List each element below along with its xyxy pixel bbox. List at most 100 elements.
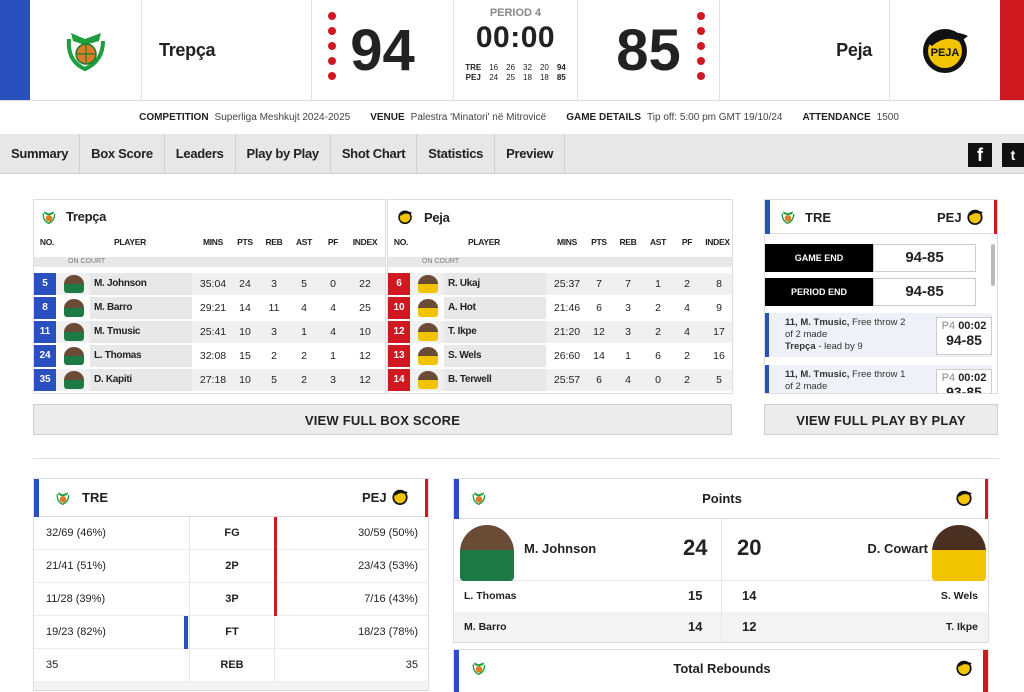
away-box-team-title: Peja: [396, 209, 450, 225]
pbp-scrollbar[interactable]: [991, 244, 995, 286]
peja-logo-icon: [398, 210, 413, 225]
home-box-score-table: Trepça NO. PLAYER MINS PTS REB AST PF IN…: [33, 199, 386, 394]
game-end-label: GAME END: [765, 244, 873, 272]
tab-leaders[interactable]: Leaders: [165, 134, 236, 174]
player-name[interactable]: M. Johnson: [94, 273, 147, 295]
player-name[interactable]: S. Wels: [448, 345, 482, 367]
tab-box-score[interactable]: Box Score: [80, 134, 165, 174]
away-box-score-table: Peja NO. PLAYER MINS PTS REB AST PF INDE…: [387, 199, 733, 394]
header-pts[interactable]: PTS: [585, 237, 613, 247]
player-name[interactable]: L. Thomas: [94, 345, 142, 367]
player-number: 24: [34, 345, 56, 367]
tab-preview[interactable]: Preview: [495, 134, 566, 174]
tab-shot-chart[interactable]: Shot Chart: [331, 134, 418, 174]
view-full-box-score-button[interactable]: VIEW FULL BOX SCORE: [33, 404, 732, 435]
view-full-play-by-play-button[interactable]: VIEW FULL PLAY BY PLAY: [764, 404, 998, 435]
peja-logo-icon: [956, 660, 972, 676]
player-pf: 4: [684, 302, 690, 314]
away-team-name[interactable]: Peja: [720, 0, 890, 100]
player-ast: 5: [301, 278, 307, 290]
player-index: 5: [716, 374, 722, 386]
pbp-event-time: 00:02: [958, 320, 987, 332]
player-name[interactable]: D. Kapiti: [94, 369, 132, 391]
leader-home-value: 15: [688, 588, 703, 603]
player-row[interactable]: 8 M. Barro 29:21 14 11 4 4 25: [34, 297, 385, 319]
away-color-stripe: [985, 479, 988, 519]
header-mins[interactable]: MINS: [196, 237, 230, 247]
pbp-event-score-box: P4 00:02 93-85: [936, 369, 992, 393]
header-mins[interactable]: MINS: [550, 237, 584, 247]
leader-away-name[interactable]: S. Wels: [941, 590, 978, 602]
player-reb: 2: [271, 350, 277, 362]
player-name[interactable]: B. Terwell: [448, 369, 492, 391]
header-reb[interactable]: REB: [613, 237, 643, 247]
player-row[interactable]: 13 S. Wels 26:60 14 1 6 2 16: [388, 345, 732, 367]
leader-away-name[interactable]: T. Ikpe: [946, 621, 978, 633]
header-pts[interactable]: PTS: [231, 237, 259, 247]
player-row[interactable]: 24 L. Thomas 32:08 15 2 2 1 12: [34, 345, 385, 367]
quarter-row-home: TRE 16 26 32 20 94: [461, 63, 570, 73]
player-reb: 3: [271, 278, 277, 290]
top-away-scorer-name[interactable]: D. Cowart: [867, 541, 928, 556]
twitter-icon[interactable]: t: [1002, 143, 1024, 167]
header-index[interactable]: INDEX: [347, 237, 383, 247]
header-index[interactable]: INDEX: [701, 237, 734, 247]
rebounds-leaders-panel: Total Rebounds: [453, 649, 989, 692]
comparison-stat-label: FG: [224, 527, 240, 539]
player-row[interactable]: 12 T. Ikpe 21:20 12 3 2 4 17: [388, 321, 732, 343]
scoreboard-header: Trepça 94 PERIOD 4 00:00 TRE 16 26 32 20…: [0, 0, 1024, 101]
tab-play-by-play[interactable]: Play by Play: [236, 134, 331, 174]
pbp-event[interactable]: 11, M. Tmusic, Free throw 2 of 2 made Tre…: [765, 313, 992, 357]
header-pf[interactable]: PF: [319, 237, 347, 247]
player-avatar: [418, 371, 438, 389]
player-pts: 6: [596, 302, 602, 314]
pbp-event[interactable]: 11, M. Tmusic, Free throw 1 of 2 made P4…: [765, 365, 992, 393]
player-name[interactable]: M. Tmusic: [94, 321, 141, 343]
player-name[interactable]: T. Ikpe: [448, 321, 477, 343]
header-player[interactable]: PLAYER: [444, 237, 524, 247]
header-reb[interactable]: REB: [259, 237, 289, 247]
player-number: 12: [388, 321, 410, 343]
leader-home-name[interactable]: M. Barro: [464, 621, 507, 633]
lead-indicator: [274, 517, 277, 550]
quarter-total: 85: [556, 73, 566, 82]
player-photo-home: [460, 525, 514, 581]
player-row[interactable]: 11 M. Tmusic 25:41 10 3 1 4 10: [34, 321, 385, 343]
player-row[interactable]: 10 A. Hot 21:46 6 3 2 4 9: [388, 297, 732, 319]
player-row[interactable]: 6 R. Ukaj 25:37 7 7 1 2 8: [388, 273, 732, 295]
player-pf: 2: [684, 278, 690, 290]
away-team-logo[interactable]: PEJA: [890, 0, 1000, 100]
player-row[interactable]: 5 M. Johnson 35:04 24 3 5 0 22: [34, 273, 385, 295]
home-team-name[interactable]: Trepça: [142, 0, 312, 100]
header-pf[interactable]: PF: [673, 237, 701, 247]
team-comparison-panel: TRE PEJ 32/69 (46%) FG 30/59 (50%) 21/41 (5…: [33, 478, 429, 691]
tab-summary[interactable]: Summary: [0, 134, 81, 174]
leader-home-name[interactable]: L. Thomas: [464, 590, 517, 602]
peja-logo-icon: [392, 489, 408, 505]
top-scorers-row: M. Johnson 24 20 D. Cowart: [454, 519, 988, 581]
header-player[interactable]: PLAYER: [90, 237, 170, 247]
comparison-stat-label: FT: [225, 626, 239, 638]
player-pf: 3: [330, 374, 336, 386]
home-color-stripe: [765, 200, 770, 234]
quarter-row-away: PEJ 24 25 18 18 85: [461, 73, 570, 83]
away-score-value: 85: [616, 17, 681, 83]
home-team-logo[interactable]: [30, 0, 142, 100]
player-index: 22: [359, 278, 371, 290]
comparison-away-value: 30/59 (50%): [358, 527, 418, 539]
comparison-home-value: 35: [46, 659, 59, 671]
leader-away-value: 14: [742, 588, 757, 603]
game-status: PERIOD 4 00:00 TRE 16 26 32 20 94 PEJ 24…: [454, 0, 578, 100]
player-pts: 24: [239, 278, 251, 290]
player-name[interactable]: A. Hot: [448, 297, 476, 319]
player-row[interactable]: 14 B. Terwell 25:57 6 4 0 2 5: [388, 369, 732, 391]
facebook-icon[interactable]: f: [968, 143, 992, 167]
player-row[interactable]: 35 D. Kapiti 27:18 10 5 2 3 12: [34, 369, 385, 391]
header-ast[interactable]: AST: [289, 237, 319, 247]
home-box-team-title: Trepça: [42, 209, 106, 224]
top-home-scorer-name[interactable]: M. Johnson: [524, 541, 596, 556]
tab-statistics[interactable]: Statistics: [417, 134, 496, 174]
header-ast[interactable]: AST: [643, 237, 673, 247]
player-name[interactable]: R. Ukaj: [448, 273, 480, 295]
player-name[interactable]: M. Barro: [94, 297, 132, 319]
